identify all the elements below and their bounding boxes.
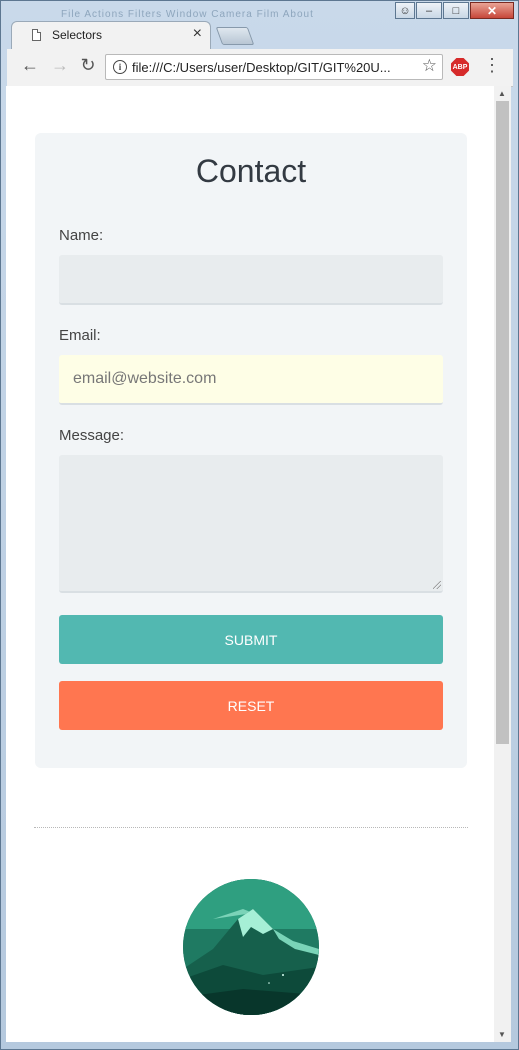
- url-text[interactable]: file:///C:/Users/user/Desktop/GIT/GIT%20…: [132, 60, 391, 75]
- message-field[interactable]: [59, 455, 443, 593]
- back-arrow-icon[interactable]: ←: [19, 55, 41, 76]
- scrollbar-thumb[interactable]: [496, 101, 509, 744]
- avatar: [183, 879, 319, 1015]
- new-tab-button[interactable]: [215, 27, 255, 45]
- message-label: Message:: [59, 427, 125, 444]
- document-icon: [32, 29, 41, 41]
- browser-tab[interactable]: Selectors ×: [11, 21, 211, 49]
- page-viewport: Contact Name: Email: Message: SUBMIT RES…: [6, 86, 494, 1042]
- browser-toolbar: ← → ↻ i file:///C:/Users/user/Desktop/GI…: [7, 49, 513, 87]
- divider: [34, 827, 468, 828]
- bookmark-star-icon[interactable]: ☆: [422, 56, 437, 76]
- contact-card: Contact Name: Email: Message: SUBMIT RES…: [35, 133, 467, 768]
- page-title: Contact: [195, 153, 307, 189]
- title-bar: File Actions Filters Window Camera Film …: [1, 1, 518, 21]
- email-field[interactable]: [59, 355, 443, 405]
- window-controls: ☺ – □ ✕: [394, 2, 514, 19]
- scroll-down-arrow-icon[interactable]: ▼: [498, 1030, 506, 1039]
- address-bar[interactable]: i file:///C:/Users/user/Desktop/GIT/GIT%…: [105, 54, 443, 80]
- reload-icon[interactable]: ↻: [77, 55, 99, 76]
- adblock-extension-icon[interactable]: ABP: [451, 58, 469, 76]
- mountain-landscape-image: [183, 879, 319, 1015]
- minimize-button[interactable]: –: [416, 2, 442, 19]
- name-field[interactable]: [59, 255, 443, 305]
- tab-title: Selectors: [52, 28, 103, 42]
- submit-button[interactable]: SUBMIT: [59, 615, 443, 664]
- info-icon[interactable]: i: [113, 60, 127, 74]
- forward-arrow-icon[interactable]: →: [49, 55, 71, 76]
- browser-menu-icon[interactable]: ⋮: [483, 55, 501, 76]
- name-label: Name:: [59, 227, 104, 244]
- resize-handle[interactable]: [433, 581, 441, 589]
- user-icon[interactable]: ☺: [395, 2, 415, 19]
- tab-close-icon[interactable]: ×: [193, 25, 202, 43]
- background-window-title: File Actions Filters Window Camera Film …: [61, 9, 314, 20]
- reset-button[interactable]: RESET: [59, 681, 443, 730]
- maximize-button[interactable]: □: [443, 2, 469, 19]
- vertical-scrollbar[interactable]: ▲ ▼: [494, 86, 511, 1042]
- email-label: Email:: [59, 327, 101, 344]
- close-window-button[interactable]: ✕: [470, 2, 514, 19]
- scroll-up-arrow-icon[interactable]: ▲: [498, 89, 506, 98]
